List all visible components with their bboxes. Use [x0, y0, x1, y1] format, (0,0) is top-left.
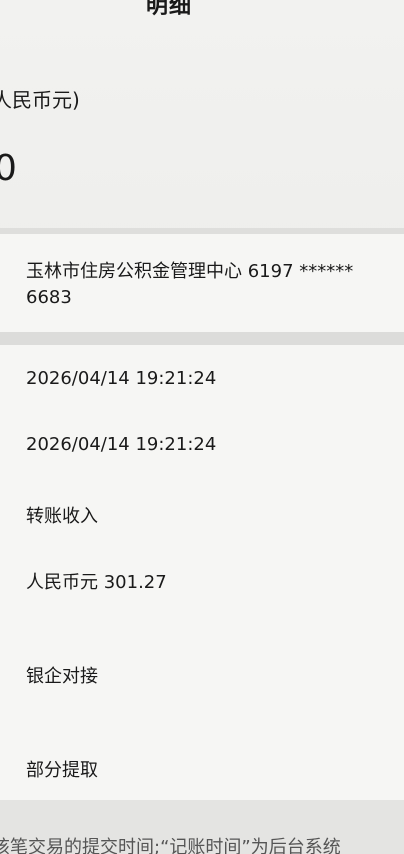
posting-time-value: 2026/04/14 19:21:24 [26, 434, 217, 455]
withdrawal-type-value: 部分提取 [26, 760, 98, 781]
counterparty-account: 玉林市住房公积金管理中心 6197 ****** [26, 261, 354, 282]
account-card [0, 234, 404, 332]
header-bar: 明细 [0, 0, 404, 40]
counterparty-account-suffix: 6683 [26, 287, 72, 308]
submit-time-value: 2026/04/14 19:21:24 [26, 368, 217, 389]
currency-unit-label: 人民币元) [0, 88, 80, 112]
section-divider [0, 332, 404, 345]
channel-value: 银企对接 [26, 666, 98, 687]
footer-note: 该笔交易的提交时间;“记账时间”为后台系统 [0, 837, 341, 854]
page-title: 明细 [146, 0, 193, 19]
transaction-detail-page: 明细 人民币元) 0 玉林市住房公积金管理中心 6197 ****** 6683… [0, 0, 404, 854]
transaction-type-value: 转账收入 [26, 506, 98, 527]
transaction-amount-value: 人民币元 301.27 [26, 572, 167, 593]
balance-amount: 0 [0, 148, 17, 189]
